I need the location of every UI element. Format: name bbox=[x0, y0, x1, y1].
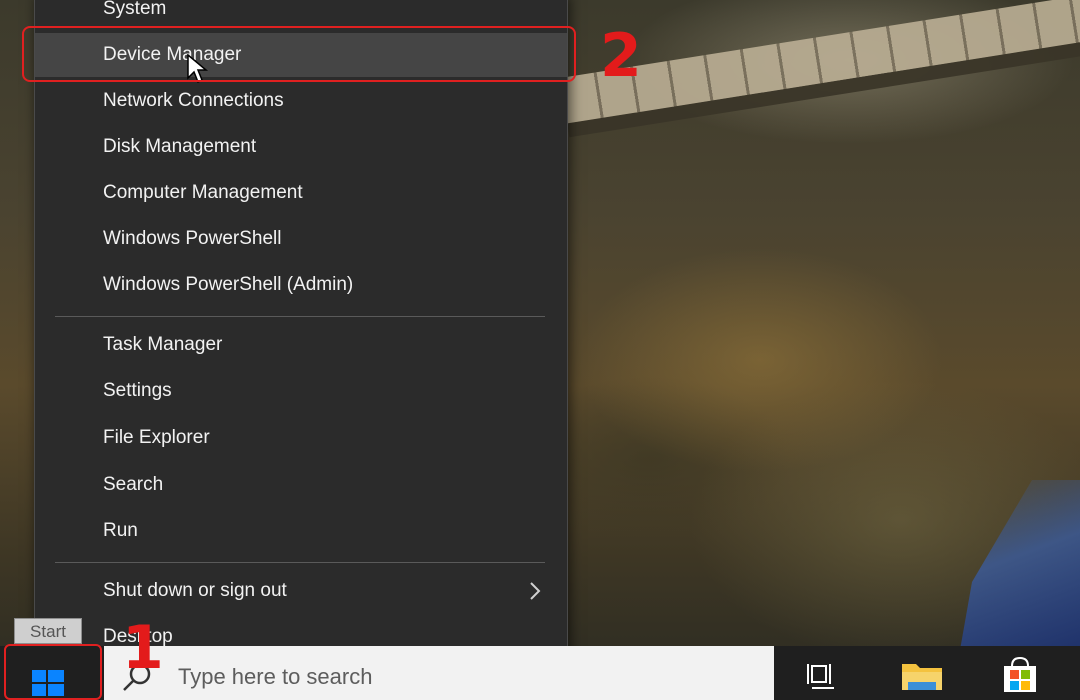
task-view-icon[interactable] bbox=[796, 652, 850, 700]
win-x-context-menu: System Device Manager Network Connection… bbox=[34, 0, 568, 678]
annotation-step-2: 2 bbox=[600, 21, 642, 91]
microsoft-store-icon[interactable] bbox=[994, 652, 1048, 700]
menu-item-disk-management[interactable]: Disk Management bbox=[35, 125, 567, 169]
menu-item-shut-down-or-sign-out[interactable]: Shut down or sign out bbox=[35, 569, 567, 613]
file-explorer-icon[interactable] bbox=[896, 652, 950, 700]
start-tooltip: Start bbox=[14, 618, 82, 644]
menu-item-computer-management[interactable]: Computer Management bbox=[35, 171, 567, 215]
annotation-highlight-start bbox=[4, 644, 102, 700]
chevron-right-icon bbox=[525, 569, 545, 613]
menu-item-network-connections[interactable]: Network Connections bbox=[35, 79, 567, 123]
menu-item-run[interactable]: Run bbox=[35, 509, 567, 553]
menu-separator bbox=[55, 562, 545, 563]
menu-item-windows-powershell[interactable]: Windows PowerShell bbox=[35, 217, 567, 261]
menu-item-search[interactable]: Search bbox=[35, 463, 567, 507]
menu-item-label: Shut down or sign out bbox=[103, 580, 287, 601]
menu-item-settings[interactable]: Settings bbox=[35, 369, 567, 413]
menu-item-windows-powershell-admin[interactable]: Windows PowerShell (Admin) bbox=[35, 263, 567, 307]
search-placeholder: Type here to search bbox=[178, 664, 373, 689]
menu-item-file-explorer[interactable]: File Explorer bbox=[35, 416, 567, 460]
annotation-highlight-device-manager bbox=[22, 26, 576, 82]
menu-item-task-manager[interactable]: Task Manager bbox=[35, 323, 567, 367]
taskbar-search-box[interactable]: Type here to search bbox=[104, 646, 774, 700]
desktop-screen: System Device Manager Network Connection… bbox=[0, 0, 1080, 700]
menu-separator bbox=[55, 316, 545, 317]
annotation-step-1: 1 bbox=[122, 613, 164, 683]
